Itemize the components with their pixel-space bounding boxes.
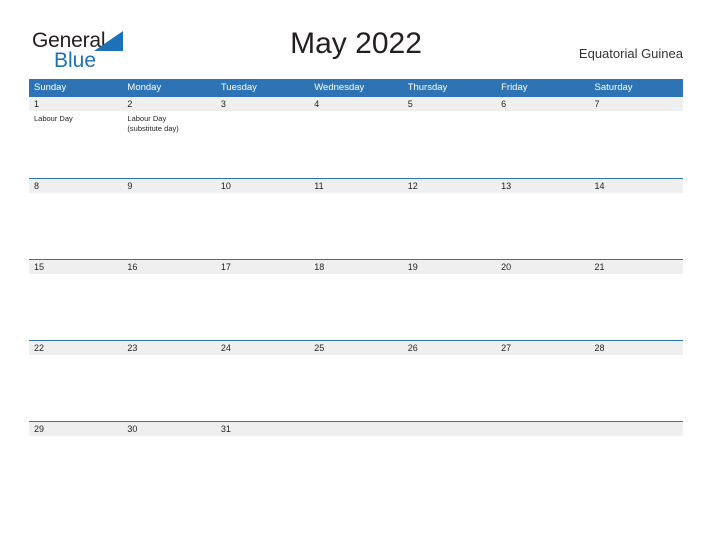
day-number[interactable]: 2 <box>122 97 215 111</box>
day-number[interactable]: 21 <box>590 260 683 274</box>
day-cell[interactable] <box>496 193 589 259</box>
day-cell-empty <box>309 436 402 502</box>
day-cell[interactable] <box>496 111 589 177</box>
week-event-strip <box>29 355 683 421</box>
day-number[interactable]: 23 <box>122 341 215 355</box>
day-event-text: Labour Day (substitute day) <box>127 114 179 133</box>
day-number[interactable]: 22 <box>29 341 122 355</box>
day-cell[interactable] <box>590 111 683 177</box>
day-number-empty <box>403 422 496 436</box>
weekday-thursday: Thursday <box>407 82 448 93</box>
weekday-sunday: Sunday <box>34 82 67 93</box>
week-date-strip: 15 16 17 18 19 20 21 <box>29 259 683 274</box>
week-event-strip <box>29 274 683 340</box>
day-number[interactable]: 6 <box>496 97 589 111</box>
day-cell[interactable] <box>216 355 309 421</box>
day-cell[interactable] <box>122 355 215 421</box>
day-cell[interactable] <box>590 193 683 259</box>
day-number[interactable]: 20 <box>496 260 589 274</box>
day-number[interactable]: 31 <box>216 422 309 436</box>
week-date-strip: 1 2 3 4 5 6 7 <box>29 97 683 111</box>
week-row: 1 2 3 4 5 6 7 Labour Day Labour Day (sub… <box>29 97 683 178</box>
weekday-saturday: Saturday <box>594 82 633 93</box>
week-row: 22 23 24 25 26 27 28 <box>29 340 683 421</box>
week-row: 15 16 17 18 19 20 21 <box>29 259 683 340</box>
calendar-grid: Sunday Monday Tuesday Wednesday Thursday… <box>29 79 683 502</box>
weekday-friday: Friday <box>501 82 528 93</box>
day-cell[interactable] <box>590 274 683 340</box>
day-number-empty <box>496 422 589 436</box>
day-cell[interactable] <box>590 355 683 421</box>
week-date-strip: 29 30 31 <box>29 421 683 436</box>
weekday-tuesday: Tuesday <box>220 82 257 93</box>
day-cell[interactable] <box>122 193 215 259</box>
day-number[interactable]: 28 <box>590 341 683 355</box>
week-row: 8 9 10 11 12 13 14 <box>29 178 683 259</box>
week-event-strip <box>29 436 683 502</box>
day-number[interactable]: 29 <box>29 422 122 436</box>
day-number[interactable]: 27 <box>496 341 589 355</box>
day-cell[interactable] <box>496 274 589 340</box>
week-date-strip: 22 23 24 25 26 27 28 <box>29 340 683 355</box>
weekday-wednesday: Wednesday <box>314 82 365 93</box>
day-cell[interactable] <box>216 111 309 177</box>
day-number[interactable]: 1 <box>29 97 122 111</box>
day-number[interactable]: 25 <box>309 341 402 355</box>
day-number[interactable]: 15 <box>29 260 122 274</box>
day-cell[interactable] <box>309 111 402 177</box>
day-number[interactable]: 12 <box>403 179 496 193</box>
day-cell[interactable] <box>309 274 402 340</box>
day-number[interactable]: 7 <box>590 97 683 111</box>
day-number[interactable]: 14 <box>590 179 683 193</box>
day-number[interactable]: 9 <box>122 179 215 193</box>
day-cell[interactable]: Labour Day (substitute day) <box>122 111 215 177</box>
day-number[interactable]: 19 <box>403 260 496 274</box>
day-cell[interactable] <box>403 274 496 340</box>
locale-label: Equatorial Guinea <box>578 46 683 61</box>
day-number[interactable]: 30 <box>122 422 215 436</box>
day-cell[interactable] <box>29 193 122 259</box>
day-cell[interactable]: Labour Day <box>29 111 122 177</box>
day-cell[interactable] <box>496 355 589 421</box>
day-number[interactable]: 18 <box>309 260 402 274</box>
day-cell[interactable] <box>403 355 496 421</box>
day-number[interactable]: 26 <box>403 341 496 355</box>
day-number[interactable]: 3 <box>216 97 309 111</box>
day-cell[interactable] <box>309 193 402 259</box>
day-number[interactable]: 16 <box>122 260 215 274</box>
day-number[interactable]: 10 <box>216 179 309 193</box>
day-cell[interactable] <box>403 193 496 259</box>
day-cell[interactable] <box>29 355 122 421</box>
day-cell[interactable] <box>216 436 309 502</box>
day-event-text: Labour Day <box>34 114 73 123</box>
day-cell[interactable] <box>29 436 122 502</box>
day-cell[interactable] <box>309 355 402 421</box>
day-number[interactable]: 4 <box>309 97 402 111</box>
day-number[interactable]: 8 <box>29 179 122 193</box>
day-cell[interactable] <box>403 111 496 177</box>
day-cell-empty <box>590 436 683 502</box>
day-number[interactable]: 17 <box>216 260 309 274</box>
day-number[interactable]: 13 <box>496 179 589 193</box>
week-event-strip: Labour Day Labour Day (substitute day) <box>29 111 683 177</box>
week-event-strip <box>29 193 683 259</box>
weekday-monday: Monday <box>127 82 162 93</box>
weekday-header-row: Sunday Monday Tuesday Wednesday Thursday… <box>29 79 683 97</box>
day-number[interactable]: 5 <box>403 97 496 111</box>
day-number[interactable]: 24 <box>216 341 309 355</box>
day-number[interactable]: 11 <box>309 179 402 193</box>
day-cell-empty <box>403 436 496 502</box>
day-cell[interactable] <box>216 274 309 340</box>
day-number-empty <box>309 422 402 436</box>
day-cell[interactable] <box>216 193 309 259</box>
day-number-empty <box>590 422 683 436</box>
day-cell[interactable] <box>122 436 215 502</box>
day-cell[interactable] <box>29 274 122 340</box>
week-date-strip: 8 9 10 11 12 13 14 <box>29 178 683 193</box>
day-cell[interactable] <box>122 274 215 340</box>
page-header: General Blue May 2022 Equatorial Guinea <box>0 0 712 79</box>
week-row: 29 30 31 <box>29 421 683 502</box>
day-cell-empty <box>496 436 589 502</box>
